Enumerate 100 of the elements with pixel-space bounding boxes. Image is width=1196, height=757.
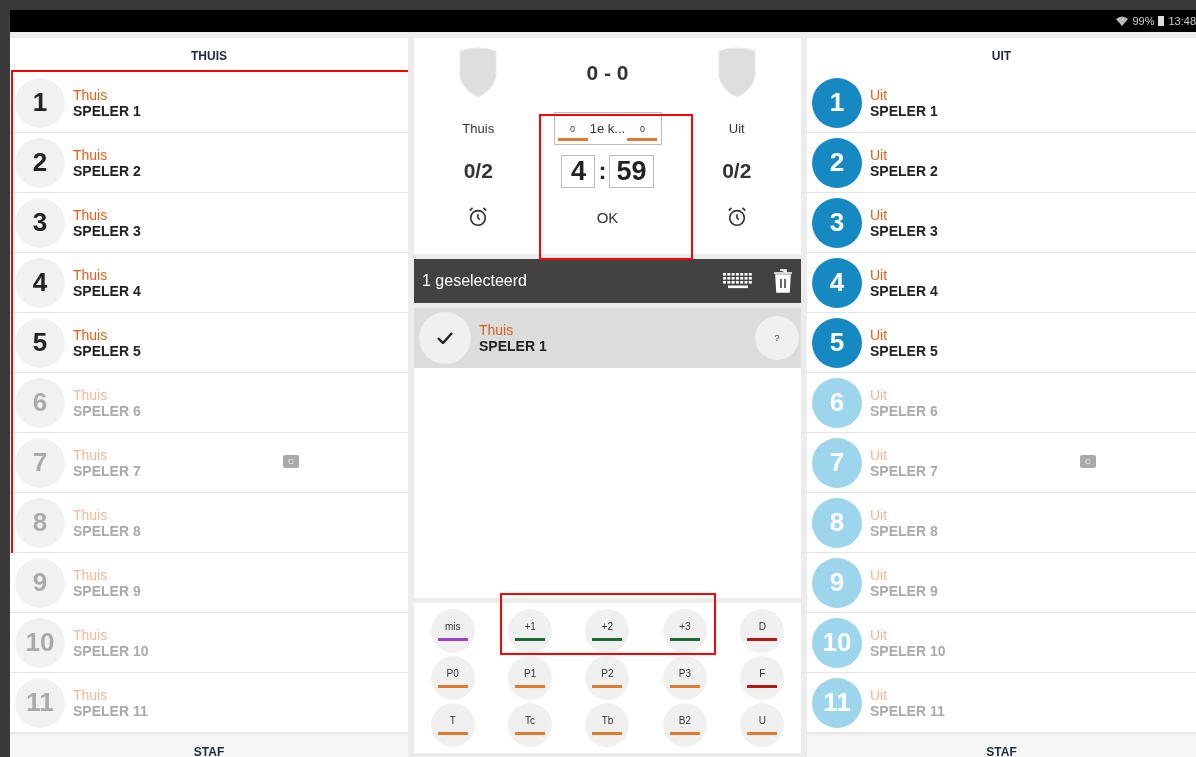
player-name: SPELER 3 <box>73 222 141 239</box>
selection-title: 1 geselecteerd <box>422 272 528 290</box>
player-name: SPELER 3 <box>870 222 938 239</box>
player-name: SPELER 1 <box>870 102 938 119</box>
action-button[interactable]: +2 <box>585 609 630 653</box>
battery-level: 99% <box>1132 15 1155 27</box>
period-score: 0 <box>557 123 588 141</box>
player-row[interactable]: 4 Thuis SPELER 4 <box>10 253 408 313</box>
period-label: 1e k... <box>589 120 626 136</box>
team-label: Uit <box>870 326 889 343</box>
player-number: 1 <box>812 77 862 128</box>
team-header: UIT <box>807 38 1196 73</box>
player-row[interactable]: 5 Uit SPELER 5 <box>807 313 1196 373</box>
player-name: SPELER 10 <box>870 642 946 659</box>
keyboard-icon[interactable] <box>723 273 753 289</box>
action-button[interactable]: +3 <box>662 609 707 653</box>
team-label: Uit <box>870 686 889 703</box>
team-label: Uit <box>870 626 889 643</box>
check-toggle[interactable] <box>419 312 471 364</box>
action-button[interactable]: +1 <box>508 609 553 653</box>
staff-header: STAF <box>10 735 408 757</box>
player-name: SPELER 4 <box>870 282 938 299</box>
team-name: Thuis <box>462 120 495 136</box>
player-name: SPELER 9 <box>73 582 141 599</box>
action-button[interactable]: T <box>430 703 475 747</box>
team-label: Thuis <box>73 386 109 403</box>
seconds-field[interactable]: 59 <box>609 154 654 188</box>
action-button[interactable]: P3 <box>662 656 707 700</box>
action-button[interactable]: Tc <box>508 703 553 747</box>
player-name: SPELER 2 <box>73 162 141 179</box>
team-fouls: 0/2 <box>463 159 493 183</box>
player-number: 2 <box>812 137 862 188</box>
player-row[interactable]: 1 Thuis SPELER 1 <box>10 73 408 133</box>
player-number: 7 <box>812 437 862 488</box>
team-label: Thuis <box>479 322 515 338</box>
player-name: SPELER 1 <box>479 338 547 354</box>
help-button[interactable]: ? <box>755 316 799 360</box>
staff-header: STAF <box>807 735 1196 757</box>
player-name: SPELER 5 <box>73 342 141 359</box>
match-score: 0 - 0 <box>586 61 629 85</box>
team-label: Thuis <box>73 206 109 223</box>
player-number: 1 <box>15 77 65 128</box>
battery-icon <box>1158 16 1165 26</box>
player-name: SPELER 5 <box>870 342 938 359</box>
player-number: 8 <box>812 497 862 548</box>
player-number: 11 <box>15 677 65 728</box>
player-number: 4 <box>15 257 65 308</box>
team-label: Thuis <box>73 146 109 163</box>
team-label: Uit <box>870 206 889 223</box>
selected-player-row[interactable]: Thuis SPELER 1 ? <box>414 308 801 368</box>
action-button[interactable]: F <box>740 656 785 700</box>
player-number: 5 <box>15 317 65 368</box>
player-row[interactable]: 4 Uit SPELER 4 <box>807 253 1196 313</box>
player-row[interactable]: 2 Thuis SPELER 2 <box>10 133 408 193</box>
team-name: Uit <box>728 120 745 136</box>
player-name: SPELER 2 <box>870 162 938 179</box>
action-button[interactable]: mis <box>430 609 475 653</box>
action-button[interactable]: P2 <box>585 656 630 700</box>
ok-button[interactable]: OK <box>590 207 625 227</box>
wifi-icon <box>1116 16 1129 26</box>
team-label: Uit <box>870 506 889 523</box>
period-score: 0 <box>627 123 658 141</box>
player-number: 10 <box>15 617 65 668</box>
player-name: SPELER 7 <box>73 462 141 479</box>
player-number: 7 <box>15 437 65 488</box>
action-button[interactable]: B2 <box>662 703 707 747</box>
team-label: Uit <box>870 86 889 103</box>
action-button[interactable]: P0 <box>430 656 475 700</box>
player-name: SPELER 6 <box>870 402 938 419</box>
action-button[interactable]: D <box>740 609 785 653</box>
minutes-field[interactable]: 4 <box>561 154 596 188</box>
action-button[interactable]: U <box>740 703 785 747</box>
team-label: Thuis <box>73 446 109 463</box>
team-label: Uit <box>870 266 889 283</box>
player-number: 3 <box>15 197 65 248</box>
player-number: 6 <box>812 377 862 428</box>
player-number: 8 <box>15 497 65 548</box>
period-selector[interactable]: 0 1e k... 0 <box>553 111 662 145</box>
player-row[interactable]: 3 Uit SPELER 3 <box>807 193 1196 253</box>
player-name: SPELER 8 <box>73 522 141 539</box>
player-number: 9 <box>812 557 862 608</box>
clock-time: 13:48 <box>1168 15 1196 27</box>
player-row[interactable]: 3 Thuis SPELER 3 <box>10 193 408 253</box>
action-button[interactable]: Tb <box>585 703 630 747</box>
action-button[interactable]: P1 <box>508 656 553 700</box>
player-row[interactable]: 5 Thuis SPELER 5 <box>10 313 408 373</box>
check-icon <box>437 332 453 344</box>
trash-icon[interactable] <box>773 269 793 293</box>
player-name: SPELER 7 <box>870 462 938 479</box>
team-fouls: 0/2 <box>722 159 752 183</box>
team-label: Thuis <box>73 626 109 643</box>
player-number: 5 <box>812 317 862 368</box>
team-label: Thuis <box>73 86 109 103</box>
player-name: SPELER 11 <box>73 702 148 719</box>
team-label: Thuis <box>73 506 109 523</box>
time-separator: : <box>598 157 607 185</box>
player-number: 6 <box>15 377 65 428</box>
player-row[interactable]: 2 Uit SPELER 2 <box>807 133 1196 193</box>
team-label: Thuis <box>73 566 109 583</box>
player-row[interactable]: 1 Uit SPELER 1 <box>807 73 1196 133</box>
